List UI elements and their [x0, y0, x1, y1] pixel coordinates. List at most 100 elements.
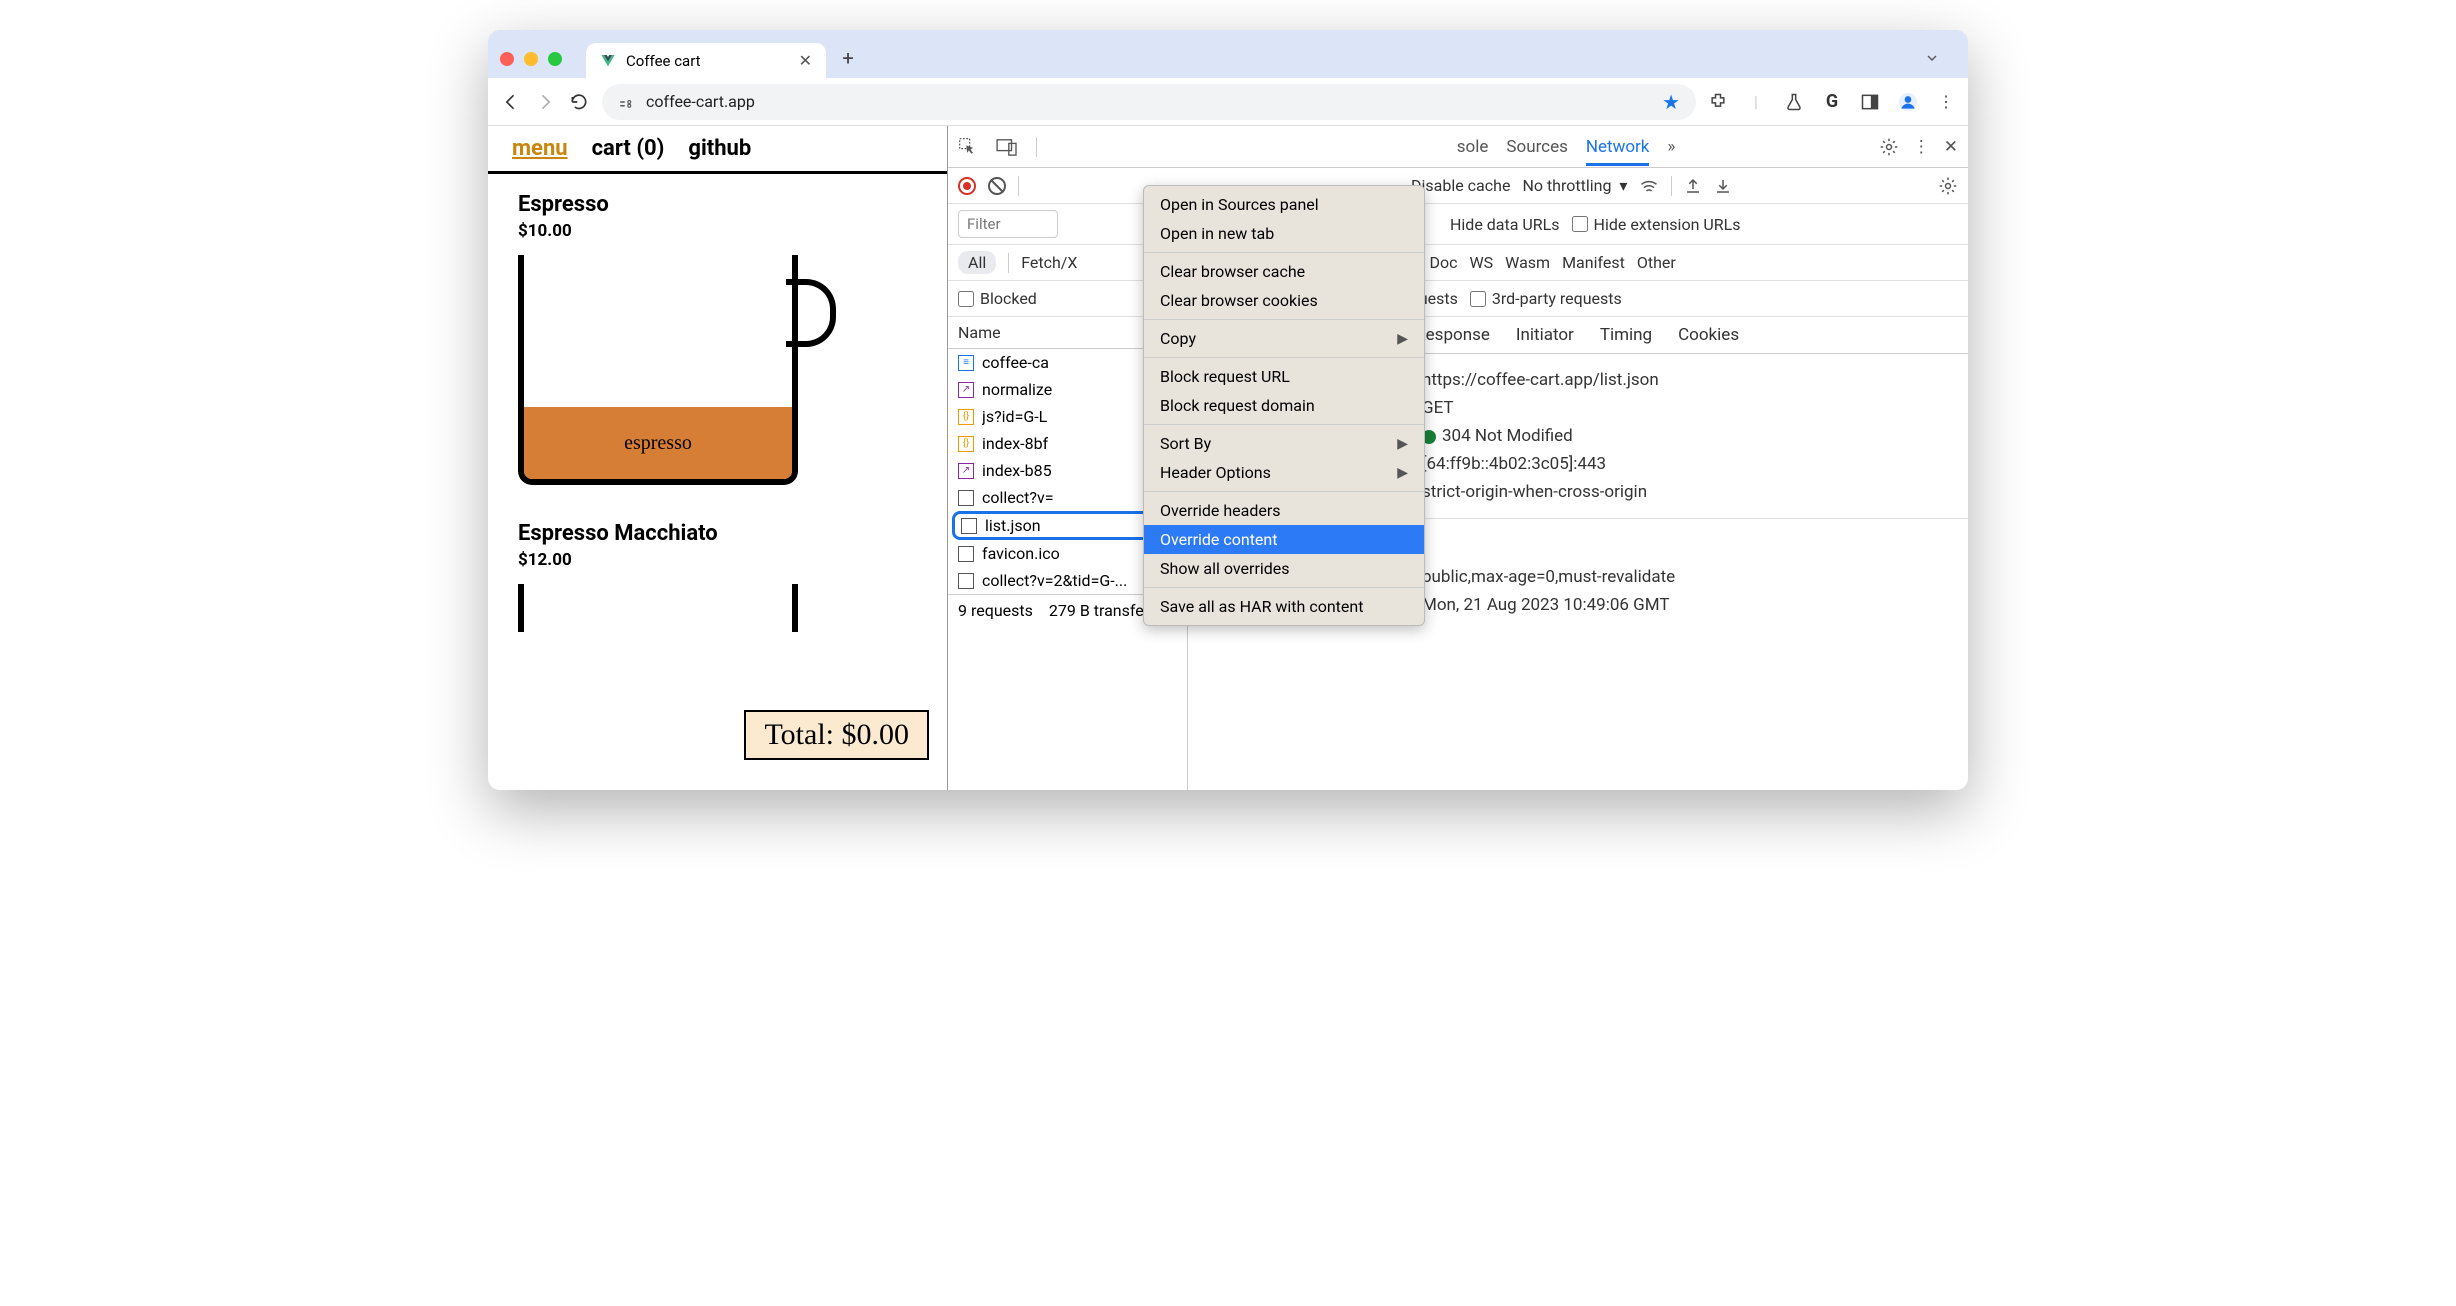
menu-item[interactable]: Override headers — [1144, 496, 1424, 525]
settings-gear-icon[interactable] — [1879, 137, 1899, 157]
menu-item-label: Header Options — [1160, 463, 1271, 482]
tab-console[interactable]: sole — [1457, 137, 1489, 157]
menu-item[interactable]: Open in Sources panel — [1144, 190, 1424, 219]
google-icon[interactable]: G — [1822, 92, 1842, 112]
third-party-checkbox[interactable]: 3rd-party requests — [1470, 289, 1622, 308]
request-name: list.json — [985, 516, 1041, 535]
filter-fetchxhr[interactable]: Fetch/X — [1021, 253, 1077, 272]
header-value: public,max-age=0,must-revalidate — [1422, 567, 1675, 587]
close-tab-icon[interactable]: ✕ — [799, 51, 812, 70]
device-toolbar-icon[interactable] — [996, 138, 1018, 156]
tab-overflow-icon[interactable] — [1916, 46, 1948, 70]
request-name: favicon.ico — [982, 544, 1060, 563]
nav-github-link[interactable]: github — [688, 136, 751, 161]
filter-manifest[interactable]: Manifest — [1562, 253, 1625, 272]
separator-icon: | — [1746, 92, 1766, 112]
menu-item-label: Clear browser cache — [1160, 262, 1305, 281]
other-file-icon — [961, 518, 977, 534]
menu-item[interactable]: Clear browser cache — [1144, 257, 1424, 286]
filter-all[interactable]: All — [958, 251, 996, 274]
nav-menu-link[interactable]: menu — [512, 136, 568, 161]
upload-har-icon[interactable] — [1684, 177, 1702, 195]
new-tab-button[interactable]: + — [834, 44, 862, 72]
disable-cache-checkbox[interactable]: Disable cache — [1411, 176, 1510, 195]
menu-separator — [1144, 357, 1424, 358]
menu-item[interactable]: Clear browser cookies — [1144, 286, 1424, 315]
espresso-mug-icon[interactable]: espresso — [518, 255, 798, 485]
tab-network[interactable]: Network — [1586, 137, 1650, 166]
side-panel-icon[interactable] — [1860, 92, 1880, 112]
maximize-window-icon[interactable] — [548, 52, 562, 66]
filter-ws[interactable]: WS — [1469, 253, 1493, 272]
menu-item[interactable]: Block request domain — [1144, 391, 1424, 420]
filter-input[interactable]: Filter — [958, 210, 1058, 238]
reload-button[interactable] — [568, 91, 590, 113]
tab-title: Coffee cart — [626, 52, 789, 70]
inspect-element-icon[interactable] — [958, 137, 978, 157]
menu-item[interactable]: Override content — [1144, 525, 1424, 554]
minimize-window-icon[interactable] — [524, 52, 538, 66]
macchiato-mug-icon[interactable] — [518, 584, 798, 632]
css-file-icon: ↗ — [958, 463, 974, 479]
css-file-icon: ↗ — [958, 382, 974, 398]
clear-button[interactable] — [988, 177, 1006, 195]
hide-data-urls-checkbox[interactable]: Hide data URLs — [1450, 215, 1560, 234]
menu-item[interactable]: Save all as HAR with content — [1144, 592, 1424, 621]
site-settings-icon[interactable] — [618, 93, 636, 111]
tab-sources[interactable]: Sources — [1506, 137, 1567, 157]
product-espresso: Espresso $10.00 espresso — [488, 174, 947, 503]
tab-timing[interactable]: Timing — [1600, 325, 1652, 345]
blocked-checkbox[interactable]: Blocked — [958, 289, 1037, 308]
submenu-arrow-icon: ▶ — [1397, 436, 1408, 452]
record-button[interactable] — [958, 177, 976, 195]
cart-total-badge[interactable]: Total: $0.00 — [744, 710, 929, 760]
extensions-area: | G ⋮ — [1708, 92, 1956, 112]
menu-separator — [1144, 491, 1424, 492]
menu-item[interactable]: Header Options▶ — [1144, 458, 1424, 487]
address-bar[interactable]: coffee-cart.app ★ — [602, 84, 1696, 120]
other-file-icon — [958, 490, 974, 506]
extensions-icon[interactable] — [1708, 92, 1728, 112]
download-har-icon[interactable] — [1714, 177, 1732, 195]
menu-item[interactable]: Block request URL — [1144, 362, 1424, 391]
devtools-panel: sole Sources Network » ⋮ ✕ Disable cache… — [948, 126, 1968, 790]
back-button[interactable] — [500, 91, 522, 113]
network-toolbar-row4: Blocked uests 3rd-party requests — [948, 281, 1968, 317]
forward-button[interactable] — [534, 91, 556, 113]
browser-tab[interactable]: Coffee cart ✕ — [586, 43, 826, 78]
app-viewport: menu cart (0) github Espresso $10.00 esp… — [488, 126, 948, 790]
close-devtools-icon[interactable]: ✕ — [1944, 137, 1958, 157]
devtools-tabs: sole Sources Network » ⋮ ✕ — [948, 126, 1968, 168]
menu-item-label: Copy — [1160, 329, 1196, 348]
menu-item[interactable]: Open in new tab — [1144, 219, 1424, 248]
filter-doc[interactable]: Doc — [1429, 253, 1457, 272]
tab-response[interactable]: Response — [1415, 325, 1490, 345]
close-window-icon[interactable] — [500, 52, 514, 66]
tab-cookies[interactable]: Cookies — [1678, 325, 1739, 345]
product-name: Espresso — [518, 192, 917, 217]
chrome-menu-icon[interactable]: ⋮ — [1936, 92, 1956, 112]
menu-item-label: Show all overrides — [1160, 559, 1290, 578]
separator-icon — [1018, 176, 1019, 196]
nav-cart-link[interactable]: cart (0) — [592, 136, 665, 161]
menu-item[interactable]: Show all overrides — [1144, 554, 1424, 583]
menu-item[interactable]: Copy▶ — [1144, 324, 1424, 353]
labs-icon[interactable] — [1784, 92, 1804, 112]
profile-icon[interactable] — [1898, 92, 1918, 112]
bookmark-star-icon[interactable]: ★ — [1662, 90, 1680, 114]
throttling-select[interactable]: No throttling ▾ — [1522, 176, 1627, 195]
product-macchiato: Espresso Macchiato $12.00 — [488, 503, 947, 650]
network-settings-gear-icon[interactable] — [1938, 176, 1958, 196]
filter-other[interactable]: Other — [1637, 253, 1676, 272]
menu-item-label: Sort By — [1160, 434, 1211, 453]
wifi-icon[interactable] — [1639, 177, 1659, 195]
network-toolbar-row1: Disable cache No throttling ▾ — [948, 168, 1968, 204]
menu-item[interactable]: Sort By ▶ — [1144, 429, 1424, 458]
product-price: $12.00 — [518, 550, 917, 570]
filter-wasm[interactable]: Wasm — [1505, 253, 1550, 272]
kebab-menu-icon[interactable]: ⋮ — [1913, 137, 1930, 157]
transfer-size: 279 B transfe — [1049, 601, 1144, 620]
hide-extension-urls-checkbox[interactable]: Hide extension URLs — [1572, 215, 1741, 234]
tab-initiator[interactable]: Initiator — [1516, 325, 1574, 345]
more-tabs-icon[interactable]: » — [1667, 137, 1675, 157]
